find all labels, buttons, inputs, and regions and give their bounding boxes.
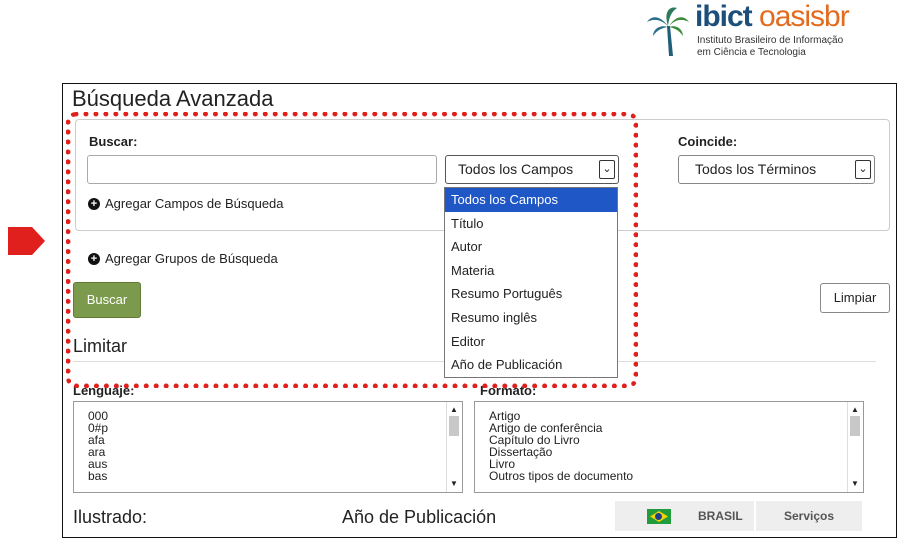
publication-year-label: Año de Publicación bbox=[342, 507, 497, 527]
scrollbar-thumb[interactable] bbox=[850, 416, 860, 436]
red-arrow-icon bbox=[8, 227, 45, 255]
logo-subtitle-line2: em Ciência e Tecnologia bbox=[697, 47, 806, 58]
annotation-highlight bbox=[66, 112, 638, 388]
logo-wordmark: ibict oasisbr bbox=[695, 0, 850, 33]
scrollbar-thumb[interactable] bbox=[449, 416, 459, 436]
logo-brand-part2: oasisbr bbox=[759, 0, 850, 33]
logo-subtitle-line1: Instituto Brasileiro de Informação bbox=[697, 35, 844, 46]
scroll-up-icon[interactable]: ▲ bbox=[450, 404, 458, 416]
format-listbox[interactable]: Artigo Artigo de conferência Capítulo do… bbox=[474, 401, 864, 493]
scroll-down-icon[interactable]: ▼ bbox=[450, 478, 458, 490]
clear-button[interactable]: Limpiar bbox=[820, 283, 890, 313]
brazil-flag-icon bbox=[647, 509, 671, 524]
list-item[interactable]: afa bbox=[74, 434, 462, 446]
list-item[interactable]: Dissertação bbox=[475, 446, 863, 458]
match-type-select-value: Todos los Términos bbox=[695, 161, 817, 177]
scrollbar[interactable]: ▲ ▼ bbox=[847, 402, 863, 492]
list-item[interactable]: 0#p bbox=[74, 422, 462, 434]
scroll-up-icon[interactable]: ▲ bbox=[851, 404, 859, 416]
page-title: Búsqueda Avanzada bbox=[72, 86, 274, 111]
logo-brand-part1: ibict bbox=[695, 0, 753, 33]
language-brasil-button[interactable]: BRASIL bbox=[615, 501, 754, 531]
list-item[interactable]: 000 bbox=[74, 410, 462, 422]
list-item[interactable]: bas bbox=[74, 470, 462, 482]
language-brasil-label: BRASIL bbox=[698, 509, 743, 523]
list-item[interactable]: aus bbox=[74, 458, 462, 470]
chevron-down-icon[interactable]: ⌄ bbox=[855, 160, 871, 179]
language-listbox[interactable]: 000 0#p afa ara aus bas ▲ ▼ bbox=[73, 401, 463, 493]
ibict-oasisbr-logo[interactable]: ibict oasisbr Instituto Brasileiro de In… bbox=[645, 0, 900, 64]
palm-tree-icon bbox=[647, 7, 689, 56]
scrollbar[interactable]: ▲ ▼ bbox=[446, 402, 462, 492]
list-item[interactable]: ara bbox=[74, 446, 462, 458]
coincide-label: Coincide: bbox=[678, 134, 738, 149]
scroll-down-icon[interactable]: ▼ bbox=[851, 478, 859, 490]
services-button[interactable]: Serviços bbox=[756, 501, 862, 531]
logo-subtitle: Instituto Brasileiro de Informação em Ci… bbox=[697, 35, 843, 59]
list-item[interactable]: Outros tipos de documento bbox=[475, 470, 863, 482]
illustrated-label: Ilustrado: bbox=[73, 507, 148, 527]
match-type-select[interactable]: Todos los Términos ⌄ bbox=[678, 155, 875, 184]
